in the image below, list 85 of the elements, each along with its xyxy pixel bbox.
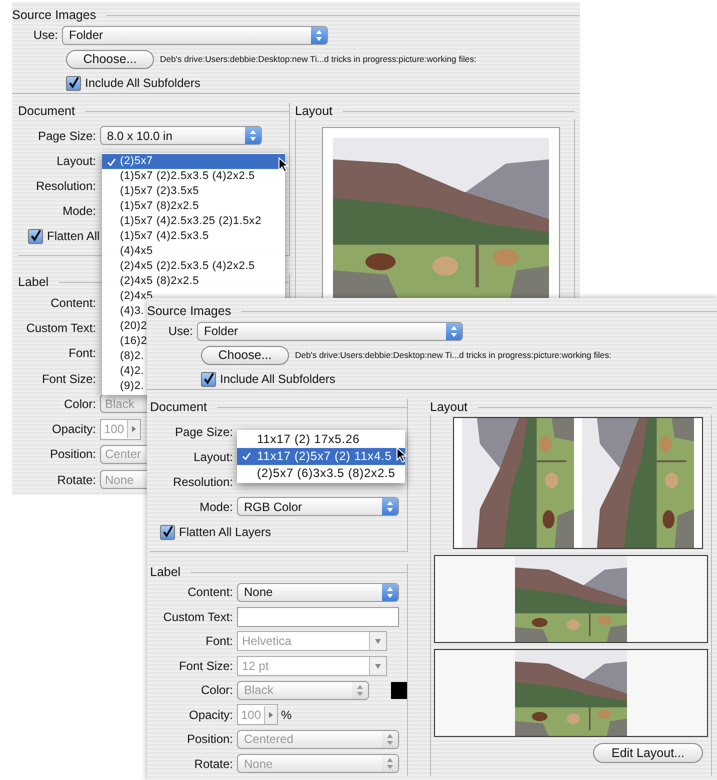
field-label: Page Size: (174, 424, 234, 438)
menu-item[interactable]: (2)4x5 (8)2x2.5 (102, 274, 204, 289)
menu-item[interactable]: (1)5x7 (8)2x2.5 (102, 199, 204, 214)
menu-item[interactable]: (2)4x5 (2)2.5x3.5 (4)2x2.5 (102, 259, 259, 274)
caret-icon (369, 656, 386, 675)
checkbox[interactable] (201, 372, 216, 386)
field-label: Font: (68, 346, 97, 360)
menu-item[interactable]: 11x17 (2)5x7 (2) 11x4.5 (237, 448, 405, 465)
input-field[interactable] (237, 606, 399, 627)
edit-layout-button[interactable]: Edit Layout... (593, 743, 703, 763)
caret-icon (369, 632, 386, 650)
checkmark-icon (242, 452, 251, 461)
section-title: Source Images (147, 304, 232, 318)
updown-arrows-icon (311, 26, 327, 44)
field-label: Use: (32, 28, 59, 42)
dropdown[interactable]: None (237, 582, 399, 602)
field-label: Font Size: (40, 372, 97, 386)
updown-arrows-icon (245, 127, 261, 144)
menu-item[interactable]: 11x17 (2) 17x5.26 (237, 431, 364, 448)
checkbox-label: Flatten All (47, 229, 100, 243)
choose-button[interactable]: Choose... (201, 346, 289, 364)
menu-item[interactable]: (1)5x7 (4)2.5x3.5 (102, 229, 213, 244)
choose-button[interactable]: Choose... (66, 50, 154, 68)
field-label: Opacity: (50, 422, 97, 436)
field-label: Mode: (62, 204, 97, 218)
field-label: Custom Text: (162, 610, 234, 624)
checkbox-label: Flatten All Layers (179, 525, 272, 539)
menu-item[interactable]: (16)2 (102, 334, 152, 349)
field-label: Color: (62, 396, 97, 411)
field-label: Resolution: (34, 178, 97, 192)
dropdown[interactable]: 8.0 x 10.0 in (100, 126, 262, 145)
field-label: Custom Text: (25, 320, 97, 335)
field-label: Font Size: (178, 658, 234, 673)
section-title: Label (18, 275, 49, 289)
section-title: Document (18, 104, 75, 118)
menu-item[interactable]: (9)2. (102, 379, 148, 394)
field-label: Content: (186, 585, 234, 600)
menu-item[interactable]: (4)3. (102, 304, 148, 319)
menu-item[interactable]: (20)2 (102, 319, 152, 334)
field-label: Resolution: (172, 474, 234, 488)
checkmark-icon (107, 158, 116, 167)
updown-arrows-icon (382, 755, 398, 772)
field-label: Font: (204, 634, 234, 648)
section-title: Label (150, 565, 181, 579)
checkbox-label: Include All Subfolders (220, 372, 336, 386)
section-title: Layout (295, 104, 333, 118)
folder-path: Deb's drive:Users:debbie:Desktop:new Ti...d tricks in progress:picture:working files: (160, 54, 476, 64)
field-label: Position: (186, 732, 234, 746)
dropdown[interactable]: Folder (197, 322, 463, 340)
checkbox[interactable] (66, 76, 81, 90)
menu-item[interactable]: (2)4x5 (102, 289, 157, 304)
field-label: Position: (48, 447, 97, 462)
field-label: Layout: (192, 450, 234, 464)
menu-item[interactable]: (1)5x7 (2)2.5x3.5 (4)2x2.5 (102, 169, 259, 184)
field-label: Layout: (56, 154, 97, 168)
section-title: Layout (430, 400, 468, 414)
updown-arrows-icon (352, 682, 368, 699)
menu-item[interactable]: (4)2. (102, 364, 148, 379)
field-label: Use: (167, 324, 194, 338)
updown-arrows-icon (382, 584, 398, 601)
field-label: Rotate: (193, 756, 234, 771)
menu-item[interactable]: (1)5x7 (2)3.5x5 (102, 184, 204, 199)
menu-item[interactable]: (8)2. (102, 349, 148, 364)
dropdown[interactable]: Folder (62, 26, 328, 44)
field-label: Rotate: (56, 472, 97, 487)
menu-item[interactable]: (4)4x5 (102, 244, 157, 259)
section-title: Document (150, 400, 207, 414)
field-label: Color: (200, 683, 234, 698)
menu-item[interactable]: (1)5x7 (4)2.5x3.25 (2)1.5x2 (102, 214, 266, 229)
field-label: Opacity: (188, 708, 234, 722)
section-title: Source Images (12, 8, 96, 22)
menu-item[interactable]: (2)5x7 (6)3x3.5 (8)2x2.5 (237, 465, 400, 482)
field-label: Mode: (198, 500, 234, 514)
dropdown[interactable]: RGB Color (237, 497, 399, 516)
field-label: Content: (50, 296, 97, 310)
field-label: Page Size: (36, 128, 97, 142)
folder-path: Deb's drive:Users:debbie:Desktop:new Ti...d tricks in progress:picture:working files: (295, 350, 612, 360)
checkbox-label: Include All Subfolders (85, 76, 200, 90)
unit-label: % (281, 708, 292, 722)
menu-item[interactable]: (2)5x7 (102, 154, 285, 169)
updown-arrows-icon (382, 498, 398, 515)
checkbox[interactable] (160, 524, 175, 540)
checkbox[interactable] (28, 228, 43, 244)
updown-arrows-icon (446, 322, 462, 340)
updown-arrows-icon (382, 730, 398, 748)
